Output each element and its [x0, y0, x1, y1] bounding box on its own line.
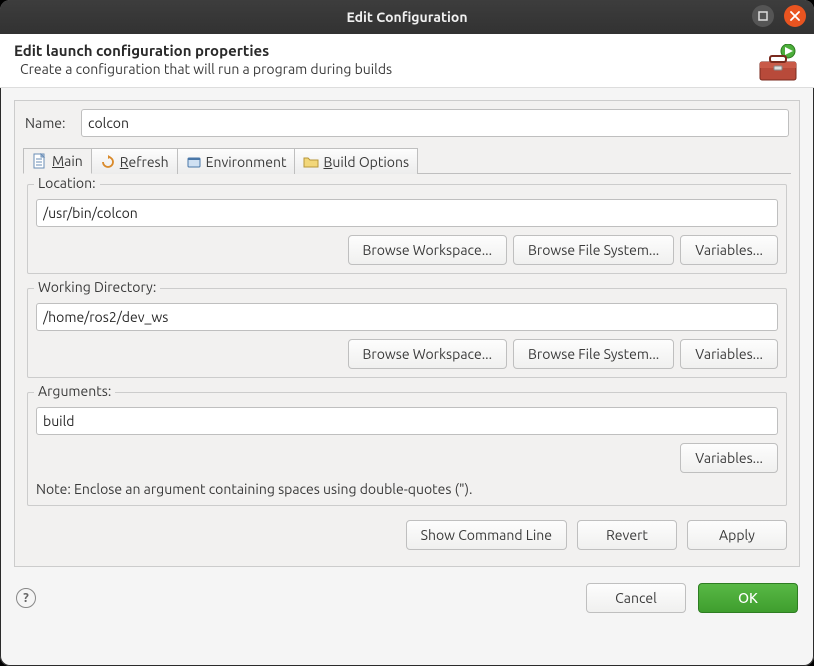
working-directory-label: Working Directory:	[34, 279, 160, 295]
working-directory-group: Working Directory: Browse Workspace... B…	[27, 288, 787, 378]
arguments-group: Arguments: Variables... Note: Enclose an…	[27, 392, 787, 506]
environment-icon	[186, 154, 202, 170]
tabs: Main Refresh Environment	[23, 147, 791, 174]
arguments-input[interactable]	[36, 407, 778, 435]
name-label: Name:	[25, 115, 73, 131]
arguments-label: Arguments:	[34, 383, 115, 399]
name-input[interactable]	[81, 109, 789, 137]
ok-button[interactable]: OK	[698, 583, 798, 613]
tab-main[interactable]: Main	[23, 148, 92, 174]
tab-build-label-rest: uild Options	[332, 154, 409, 170]
tab-refresh-label-rest: efresh	[128, 154, 168, 170]
name-row: Name:	[23, 109, 791, 137]
document-icon	[32, 153, 48, 169]
tab-main-label-rest: ain	[64, 153, 83, 169]
workdir-browse-workspace-button[interactable]: Browse Workspace...	[348, 339, 508, 369]
location-group: Location: Browse Workspace... Browse Fil…	[27, 184, 787, 274]
help-icon[interactable]: ?	[16, 588, 36, 608]
folder-icon	[303, 154, 319, 170]
window-title: Edit Configuration	[346, 9, 467, 25]
cancel-button[interactable]: Cancel	[586, 583, 686, 613]
location-input[interactable]	[36, 199, 778, 227]
show-command-line-button[interactable]: Show Command Line	[406, 520, 567, 550]
tab-environment-label: Environment	[206, 154, 287, 170]
workdir-variables-button[interactable]: Variables...	[680, 339, 778, 369]
header-subtitle: Create a configuration that will run a p…	[20, 61, 798, 77]
header-heading: Edit launch configuration properties	[14, 42, 798, 59]
run-toolbox-icon	[756, 44, 800, 84]
dialog-header: Edit launch configuration properties Cre…	[0, 34, 814, 88]
titlebar: Edit Configuration	[0, 0, 814, 34]
arguments-note: Note: Enclose an argument containing spa…	[36, 481, 778, 497]
working-directory-input[interactable]	[36, 303, 778, 331]
apply-button[interactable]: Apply	[687, 520, 787, 550]
revert-button[interactable]: Revert	[577, 520, 677, 550]
close-button[interactable]	[784, 5, 806, 27]
config-panel: Name: Main Refresh	[14, 100, 800, 567]
dialog-window: Edit Configuration Edit launch configura…	[0, 0, 814, 666]
workdir-browse-filesystem-button[interactable]: Browse File System...	[513, 339, 674, 369]
maximize-button[interactable]	[752, 5, 774, 27]
panel-actions: Show Command Line Revert Apply	[23, 506, 791, 556]
refresh-icon	[100, 154, 116, 170]
location-browse-filesystem-button[interactable]: Browse File System...	[513, 235, 674, 265]
tab-environment[interactable]: Environment	[177, 148, 296, 174]
tab-build-options[interactable]: Build Options	[294, 148, 418, 174]
location-browse-workspace-button[interactable]: Browse Workspace...	[348, 235, 508, 265]
dialog-footer: ? Cancel OK	[0, 573, 814, 627]
window-controls	[752, 5, 806, 27]
main-tab-content: Location: Browse Workspace... Browse Fil…	[23, 174, 791, 506]
dialog-body: Name: Main Refresh	[0, 88, 814, 573]
tab-main-mnemonic: M	[52, 153, 64, 169]
location-variables-button[interactable]: Variables...	[680, 235, 778, 265]
arguments-variables-button[interactable]: Variables...	[680, 443, 778, 473]
location-label: Location:	[34, 175, 100, 191]
tab-refresh[interactable]: Refresh	[91, 148, 178, 174]
